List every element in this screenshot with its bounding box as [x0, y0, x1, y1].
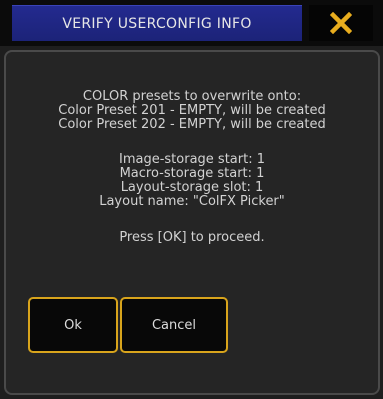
message-layout-name: Layout name: "ColFX Picker" [99, 194, 285, 209]
message-layout-slot: Layout-storage slot: 1 [120, 180, 264, 195]
message-header: COLOR presets to overwrite onto: [82, 89, 302, 104]
ok-button-label: Ok [64, 317, 82, 333]
message-preset-202: Color Preset 202 - EMPTY, will be create… [58, 117, 326, 132]
dialog-titlebar: VERIFY USERCONFIG INFO [0, 0, 383, 46]
dialog-body: COLOR presets to overwrite onto: Color P… [4, 50, 380, 395]
ok-button[interactable]: Ok [28, 297, 118, 353]
verify-userconfig-dialog: VERIFY USERCONFIG INFO COLOR presets to … [0, 0, 383, 399]
message-preset-201: Color Preset 201 - EMPTY, will be create… [58, 103, 326, 118]
message-prompt: Press [OK] to proceed. [119, 230, 265, 245]
message-macro-storage: Macro-storage start: 1 [119, 166, 265, 181]
message-image-storage: Image-storage start: 1 [119, 152, 265, 167]
dialog-title: VERIFY USERCONFIG INFO [12, 5, 302, 41]
cancel-button[interactable]: Cancel [120, 297, 228, 353]
close-button[interactable] [309, 5, 373, 41]
close-x-icon [330, 12, 352, 34]
cancel-button-label: Cancel [151, 317, 197, 333]
